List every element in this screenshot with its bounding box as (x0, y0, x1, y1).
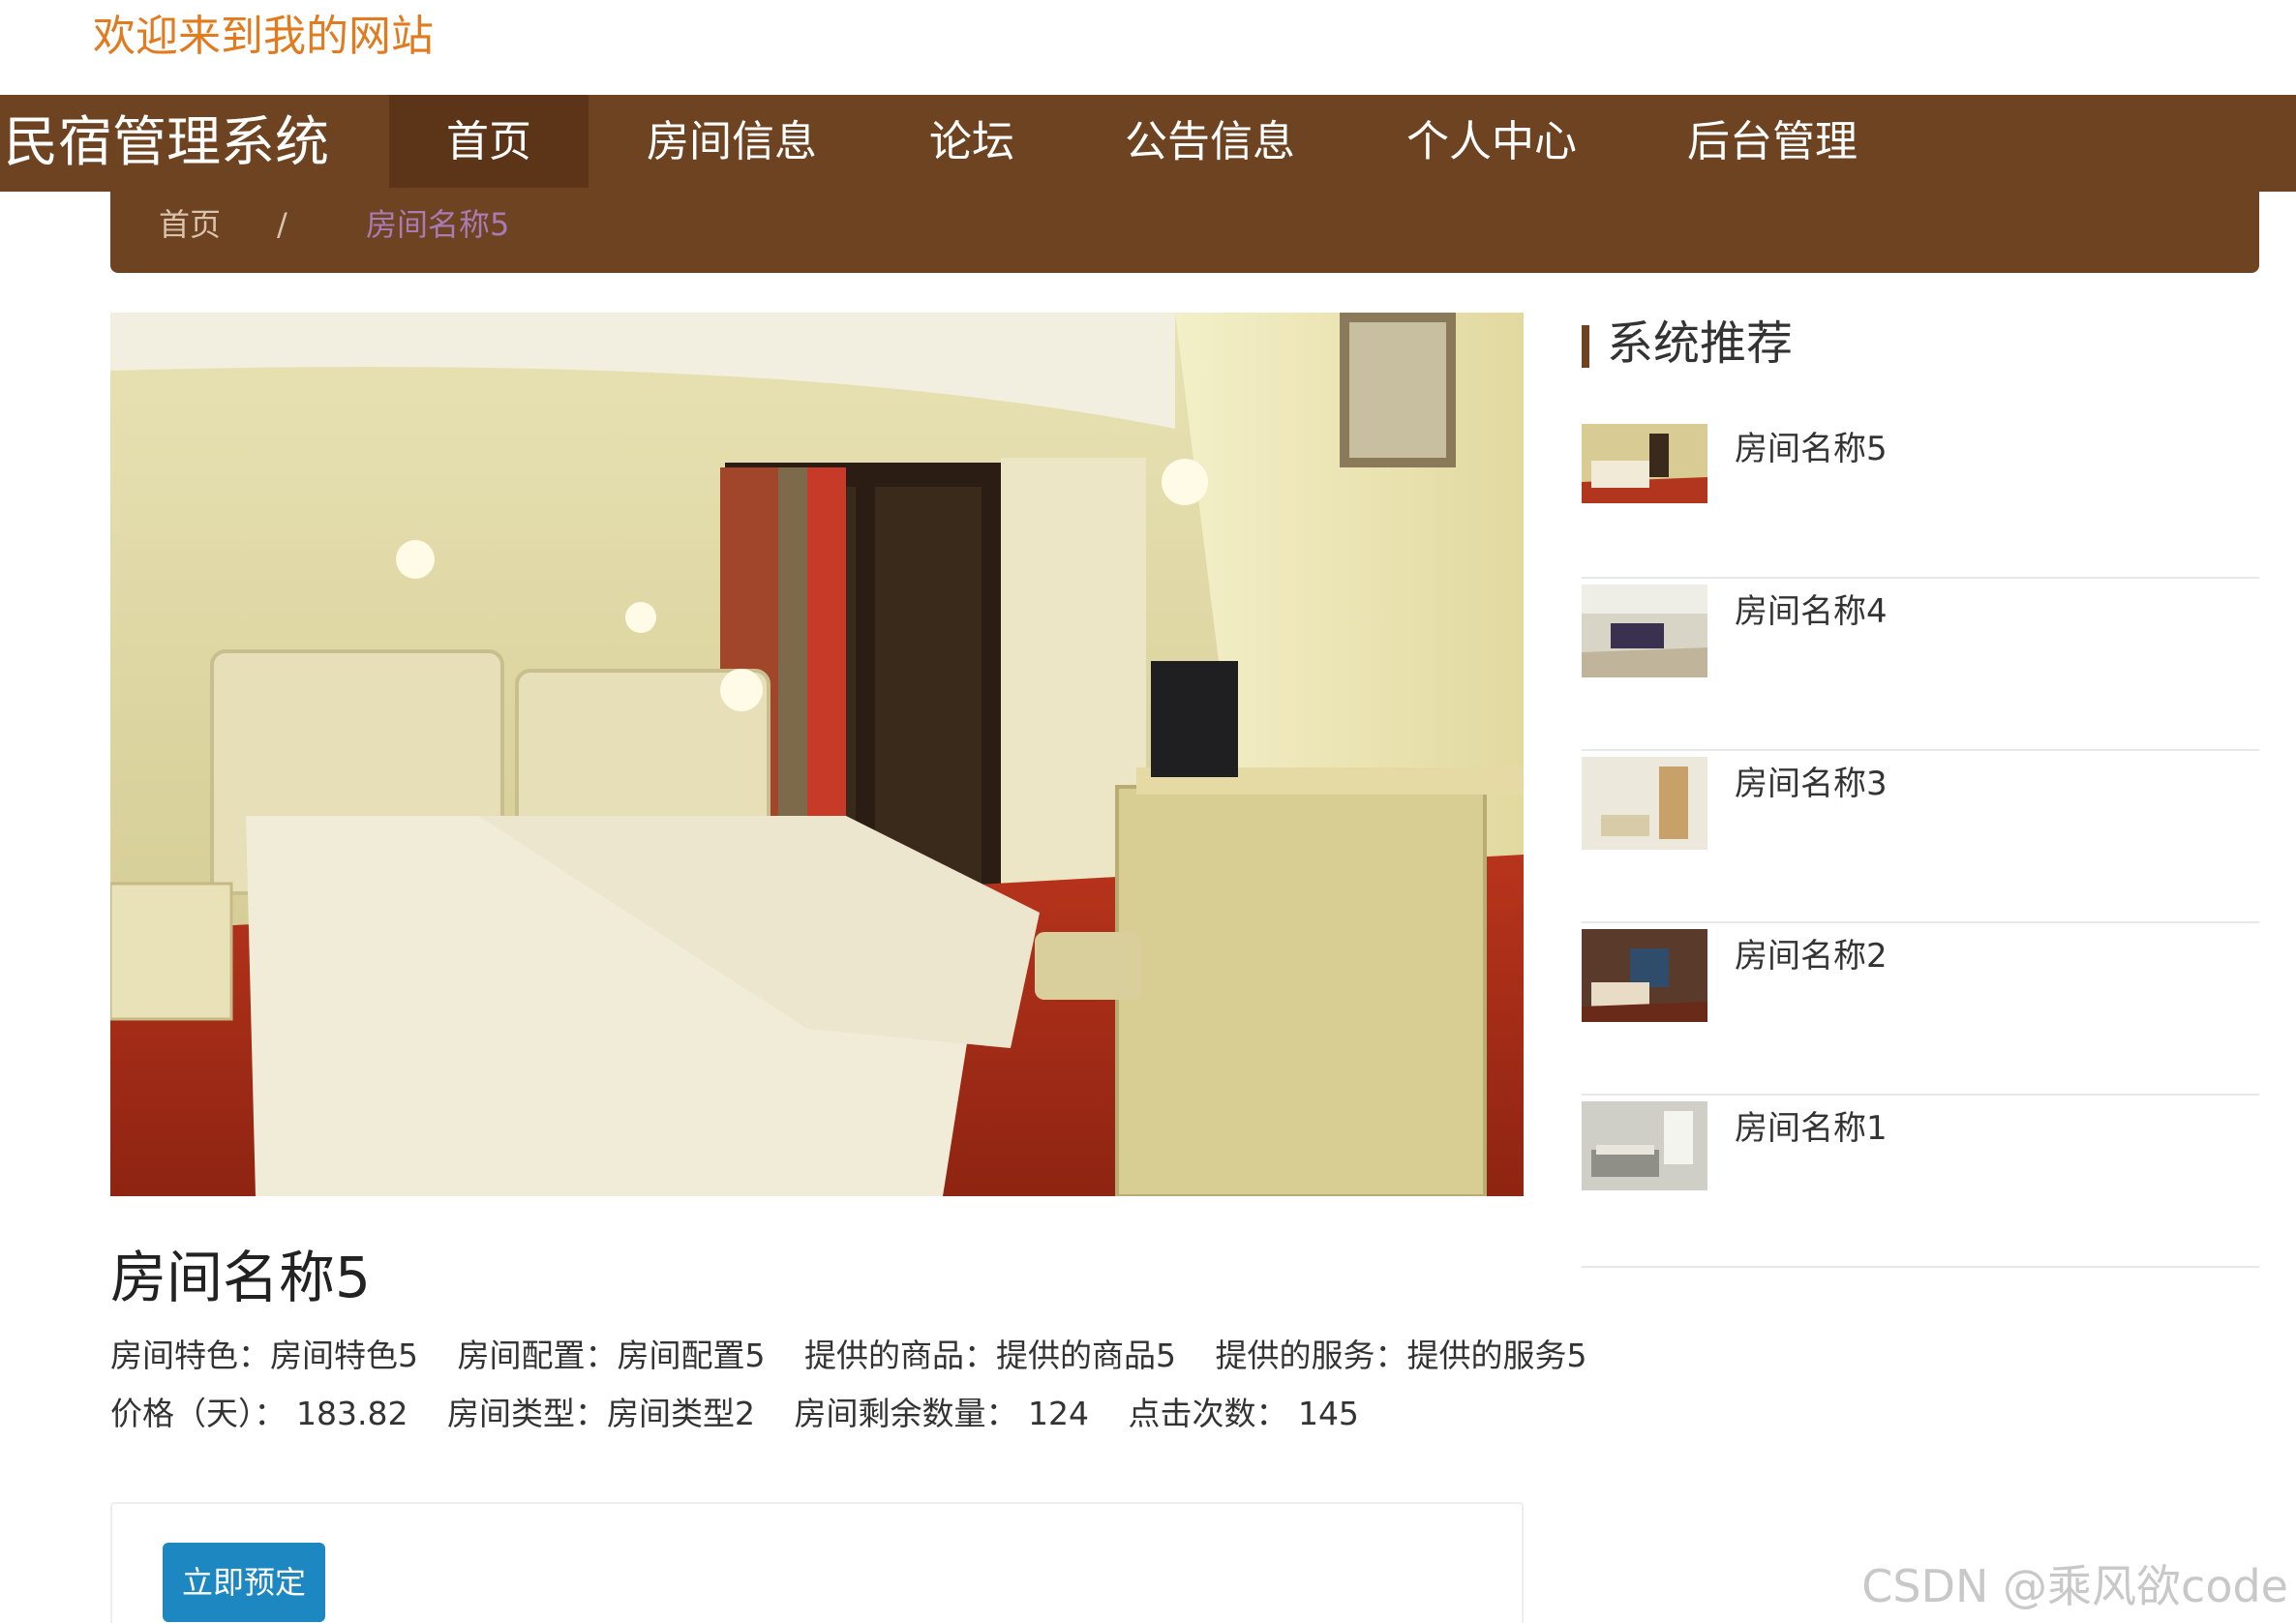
room-remaining: 房间剩余数量： 124 (794, 1395, 1089, 1432)
breadcrumb-current: 房间名称5 (366, 206, 510, 243)
recommend-item-name[interactable]: 房间名称3 (1735, 759, 1888, 809)
room-config: 房间配置：房间配置5 (457, 1337, 766, 1374)
room-price: 价格（天）： 183.82 (110, 1395, 408, 1432)
recommend-item-name[interactable]: 房间名称1 (1735, 1103, 1888, 1154)
room-goods: 提供的商品：提供的商品5 (804, 1337, 1176, 1374)
nav-announcements-label: 公告信息 (1125, 117, 1295, 166)
room-thumbnail-icon (1582, 929, 1707, 1022)
room-thumbnail-icon (1582, 757, 1707, 850)
room-click-count: 点击次数： 145 (1128, 1395, 1359, 1432)
nav-announcements[interactable]: 公告信息 (1069, 95, 1351, 192)
recommend-thumbnail[interactable] (1582, 757, 1707, 850)
room-feature: 房间特色：房间特色5 (110, 1337, 418, 1374)
nav-forum-label: 论坛 (929, 117, 1014, 166)
room-thumbnail-icon (1582, 1101, 1707, 1190)
breadcrumb-home-link[interactable]: 首页 (159, 188, 221, 261)
nav-personal-center-label: 个人中心 (1406, 117, 1577, 166)
breadcrumb: 首页 / 房间名称5 (110, 188, 2259, 273)
room-title: 房间名称5 (110, 1245, 371, 1310)
book-now-button[interactable]: 立即预定 (163, 1543, 325, 1622)
nav-rooms-label: 房间信息 (647, 117, 817, 166)
nav-personal-center[interactable]: 个人中心 (1351, 95, 1632, 192)
recommend-item-name[interactable]: 房间名称5 (1735, 424, 1888, 474)
welcome-text: 欢迎来到我的网站 (93, 12, 434, 61)
recommend-thumbnail[interactable] (1582, 585, 1707, 677)
nav-forum[interactable]: 论坛 (875, 95, 1069, 192)
recommend-item[interactable]: 房间名称1 (1582, 1096, 2259, 1268)
room-details-line1: 房间特色：房间特色5 房间配置：房间配置5 提供的商品：提供的商品5 提供的服务… (110, 1332, 1616, 1380)
room-services: 提供的服务：提供的服务5 (1215, 1337, 1587, 1374)
room-type: 房间类型：房间类型2 (446, 1395, 755, 1432)
recommend-thumbnail[interactable] (1582, 424, 1707, 503)
top-navbar: 民宿管理系统 首页 房间信息 论坛 公告信息 个人中心 后台管理 (0, 95, 2296, 192)
room-thumbnail-icon (1582, 424, 1707, 503)
recommend-item[interactable]: 房间名称2 (1582, 923, 2259, 1096)
nav-admin[interactable]: 后台管理 (1632, 95, 1913, 192)
recommend-item-name[interactable]: 房间名称2 (1735, 931, 1888, 981)
nav-home[interactable]: 首页 (389, 95, 589, 192)
recommend-item[interactable]: 房间名称4 (1582, 579, 2259, 751)
csdn-watermark: CSDN @乘风欲code (1861, 1560, 2288, 1612)
recommend-thumbnail[interactable] (1582, 1101, 1707, 1190)
room-details-line2: 价格（天）： 183.82 房间类型：房间类型2 房间剩余数量： 124 点击次… (110, 1390, 1388, 1438)
room-photo-illustration (110, 313, 1524, 1196)
recommend-item[interactable]: 房间名称5 (1582, 406, 2259, 579)
nav-admin-label: 后台管理 (1687, 117, 1858, 166)
room-thumbnail-icon (1582, 585, 1707, 677)
recommend-thumbnail[interactable] (1582, 929, 1707, 1022)
recommend-item[interactable]: 房间名称3 (1582, 751, 2259, 923)
room-photo (110, 313, 1524, 1196)
recommend-title: 系统推荐 (1582, 312, 1793, 376)
recommend-item-name[interactable]: 房间名称4 (1735, 586, 1888, 637)
nav-rooms[interactable]: 房间信息 (589, 95, 875, 192)
booking-panel: 立即预定 (110, 1502, 1524, 1623)
brand-title: 民宿管理系统 (4, 111, 329, 174)
breadcrumb-separator: / (277, 206, 287, 243)
